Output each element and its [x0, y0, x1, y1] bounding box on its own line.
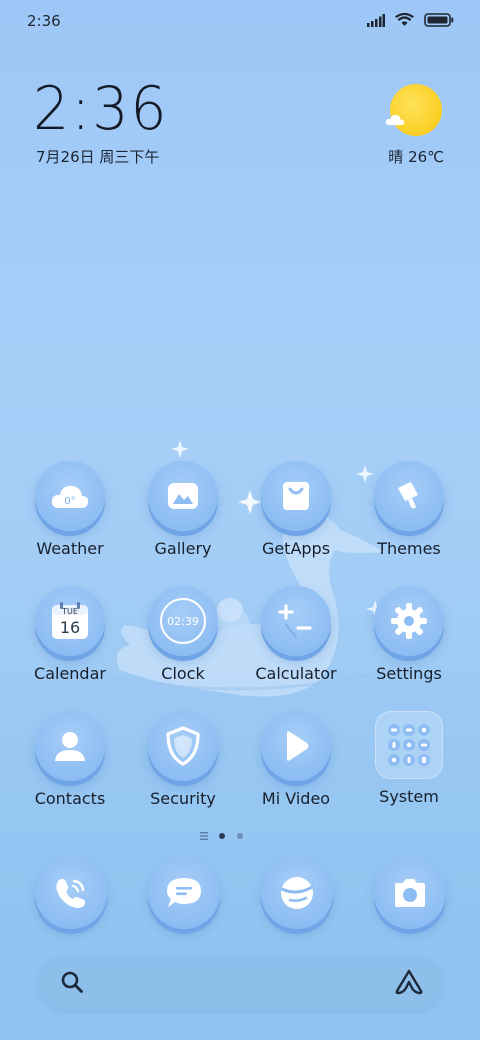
assistant-icon[interactable] [395, 969, 423, 995]
browser-icon [261, 857, 333, 929]
app-getapps[interactable]: GetApps [241, 461, 351, 558]
folder-icon [375, 711, 443, 779]
app-label: Mi Video [261, 789, 331, 808]
app-themes[interactable]: Themes [354, 461, 464, 558]
page-list-icon [200, 832, 208, 840]
app-label: System [379, 787, 439, 806]
app-contacts[interactable]: Contacts [15, 711, 125, 808]
dock-phone[interactable] [34, 857, 108, 931]
gear-icon [374, 586, 444, 656]
app-mi-video[interactable]: Mi Video [241, 711, 351, 808]
clock-widget-time[interactable]: 2:36 [33, 74, 169, 144]
app-weather[interactable]: 0° Weather [15, 461, 125, 558]
dock-messages[interactable] [147, 857, 221, 931]
shield-icon [148, 711, 218, 781]
calendar-day: TUE [61, 607, 78, 616]
clock-icon: 02:39 [148, 586, 218, 656]
app-label: Security [150, 789, 216, 808]
app-calendar[interactable]: TUE 16 Calendar [15, 586, 125, 683]
weather-icon-text: 0° [64, 496, 75, 507]
dock-browser[interactable] [260, 857, 334, 931]
weather-widget[interactable]: 晴 26℃ [384, 82, 444, 168]
paintbrush-icon [374, 461, 444, 531]
page-dot [237, 833, 243, 839]
app-system-folder[interactable]: System [354, 711, 464, 806]
app-label: Settings [376, 664, 442, 683]
app-gallery[interactable]: Gallery [128, 461, 238, 558]
message-icon [148, 857, 220, 929]
calendar-date: 16 [60, 618, 80, 637]
app-label: Calendar [34, 664, 106, 683]
app-label: Gallery [154, 539, 212, 558]
app-label: Themes [377, 539, 441, 558]
person-icon [35, 711, 105, 781]
battery-icon [424, 13, 454, 27]
page-indicator[interactable] [200, 829, 260, 843]
signal-icon [367, 13, 385, 27]
app-clock[interactable]: 02:39 Clock [128, 586, 238, 683]
calculator-icon [261, 586, 331, 656]
weather-cloud-icon: 0° [35, 461, 105, 531]
app-settings[interactable]: Settings [354, 586, 464, 683]
wifi-icon [395, 13, 414, 26]
weather-text: 晴 26℃ [388, 146, 444, 167]
weather-condition: 晴 [388, 148, 404, 166]
app-label: Weather [36, 539, 104, 558]
app-security[interactable]: Security [128, 711, 238, 808]
search-icon[interactable] [60, 970, 84, 994]
weather-temperature: 26℃ [408, 148, 444, 166]
gallery-icon [148, 461, 218, 531]
status-icons [367, 13, 454, 27]
status-bar: 2:36 [0, 0, 480, 44]
app-label: GetApps [261, 539, 331, 558]
clock-widget-date: 7月26日 周三下午 [36, 148, 160, 166]
play-icon [261, 711, 331, 781]
phone-icon [35, 857, 107, 929]
app-calculator[interactable]: Calculator [241, 586, 351, 683]
sun-icon [390, 84, 442, 136]
clock-icon-text: 02:39 [167, 615, 199, 628]
status-time: 2:36 [27, 12, 61, 30]
app-label: Calculator [255, 664, 337, 683]
search-bar[interactable] [38, 955, 443, 1010]
shopping-bag-icon [261, 461, 331, 531]
app-label: Contacts [34, 789, 106, 808]
camera-icon [374, 857, 446, 929]
calendar-icon: TUE 16 [35, 586, 105, 656]
app-label: Clock [161, 664, 205, 683]
sun-cloud-icon [385, 114, 404, 125]
page-dot-active [219, 833, 225, 839]
dock-camera[interactable] [373, 857, 447, 931]
